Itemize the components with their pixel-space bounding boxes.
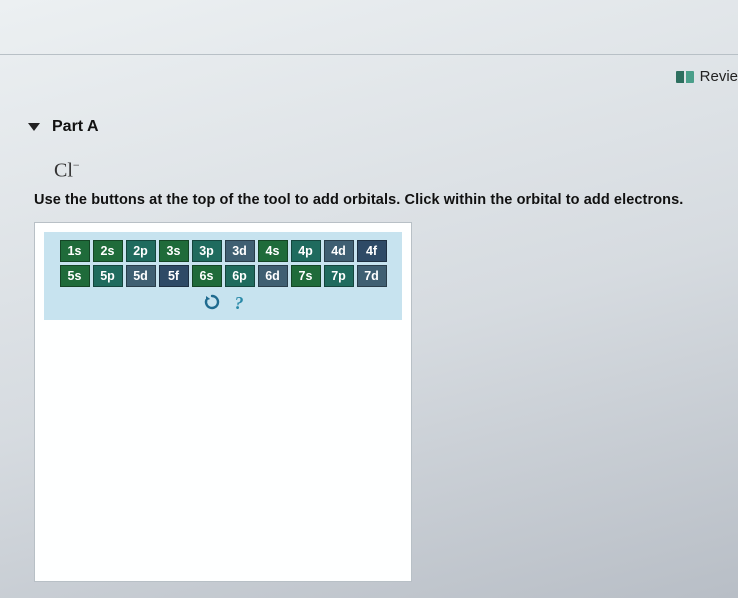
orbital-button-4f[interactable]: 4f xyxy=(357,240,387,262)
orbital-button-2s[interactable]: 2s xyxy=(93,240,123,262)
instruction-text: Use the buttons at the top of the tool t… xyxy=(34,192,683,208)
species-symbol: Cl xyxy=(54,160,73,182)
part-header[interactable]: Part A xyxy=(28,118,99,136)
reset-icon xyxy=(203,293,221,311)
orbital-button-4p[interactable]: 4p xyxy=(291,240,321,262)
orbital-tool: 1s2s2p3s3p3d4s4p4d4f 5s5p5d5f6s6p6d7s7p7d… xyxy=(34,222,412,582)
reset-button[interactable] xyxy=(203,293,221,314)
orbital-button-7d[interactable]: 7d xyxy=(357,265,387,287)
orbital-button-3d[interactable]: 3d xyxy=(225,240,255,262)
orbital-button-7p[interactable]: 7p xyxy=(324,265,354,287)
toolbar-actions: ? xyxy=(52,293,394,314)
orbital-button-3p[interactable]: 3p xyxy=(192,240,222,262)
orbital-row: 5s5p5d5f6s6p6d7s7p7d xyxy=(52,265,394,287)
orbital-button-4s[interactable]: 4s xyxy=(258,240,288,262)
orbital-button-1s[interactable]: 1s xyxy=(60,240,90,262)
orbital-button-6s[interactable]: 6s xyxy=(192,265,222,287)
divider-line xyxy=(0,54,738,55)
help-icon: ? xyxy=(235,293,244,313)
book-icon xyxy=(676,71,694,83)
orbital-button-5s[interactable]: 5s xyxy=(60,265,90,287)
orbital-button-4d[interactable]: 4d xyxy=(324,240,354,262)
orbital-button-6d[interactable]: 6d xyxy=(258,265,288,287)
review-label: Revie xyxy=(700,68,738,85)
orbital-button-2p[interactable]: 2p xyxy=(126,240,156,262)
help-button[interactable]: ? xyxy=(235,293,244,314)
orbital-button-3s[interactable]: 3s xyxy=(159,240,189,262)
review-link[interactable]: Revie xyxy=(676,68,738,85)
species-formula: Cl− xyxy=(54,158,80,183)
orbital-button-7s[interactable]: 7s xyxy=(291,265,321,287)
orbital-button-6p[interactable]: 6p xyxy=(225,265,255,287)
orbital-button-5f[interactable]: 5f xyxy=(159,265,189,287)
orbital-row: 1s2s2p3s3p3d4s4p4d4f xyxy=(52,240,394,262)
orbital-button-5p[interactable]: 5p xyxy=(93,265,123,287)
species-charge: − xyxy=(73,158,80,172)
orbital-button-5d[interactable]: 5d xyxy=(126,265,156,287)
orbital-toolbar: 1s2s2p3s3p3d4s4p4d4f 5s5p5d5f6s6p6d7s7p7d… xyxy=(44,232,402,320)
part-title: Part A xyxy=(52,118,99,136)
orbital-canvas[interactable] xyxy=(44,320,402,570)
chevron-down-icon xyxy=(28,123,40,131)
